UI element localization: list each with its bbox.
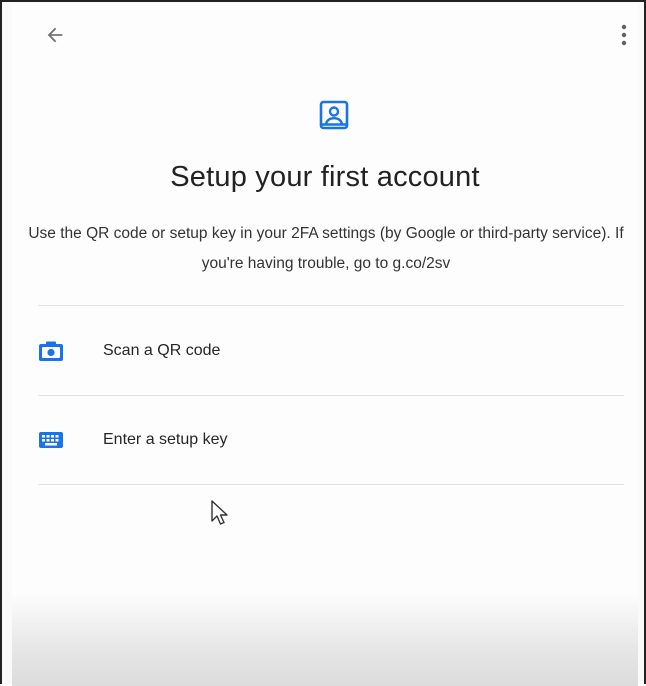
- app-screen: Setup your first account Use the QR code…: [12, 4, 638, 686]
- back-button[interactable]: [40, 20, 70, 50]
- page-title: Setup your first account: [170, 161, 480, 193]
- account-box-icon: [319, 100, 349, 130]
- more-vert-icon: [621, 24, 627, 46]
- device-frame: Setup your first account Use the QR code…: [0, 0, 646, 686]
- mouse-pointer-icon: [211, 500, 228, 525]
- enter-setup-key-label: Enter a setup key: [103, 431, 228, 448]
- enter-setup-key-option[interactable]: Enter a setup key: [28, 397, 624, 485]
- divider: [38, 305, 624, 306]
- camera-icon: [39, 341, 63, 361]
- keyboard-icon: [39, 432, 63, 448]
- more-options-button[interactable]: [616, 20, 632, 50]
- setup-description: Use the QR code or setup key in your 2FA…: [28, 225, 624, 272]
- arrow-back-icon: [47, 27, 63, 43]
- divider: [38, 395, 624, 396]
- scan-qr-label: Scan a QR code: [103, 342, 221, 359]
- bottom-shadow: [12, 594, 638, 686]
- scan-qr-option[interactable]: Scan a QR code: [28, 308, 624, 396]
- divider: [38, 484, 624, 485]
